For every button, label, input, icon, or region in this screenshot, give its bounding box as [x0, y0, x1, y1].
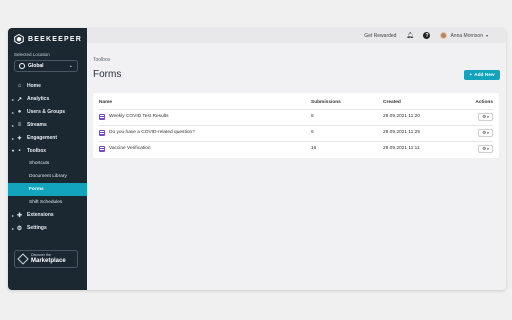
column-header-created[interactable]: Created	[383, 100, 457, 105]
location-value: Global	[28, 63, 44, 69]
add-new-label: Add New	[474, 72, 495, 78]
marketplace-button[interactable]: Discover the Marketplace	[14, 250, 78, 268]
sidebar-item-label: Engagement	[27, 135, 58, 141]
sidebar-item-label: Home	[27, 83, 41, 90]
sidebar-item-label: Streams	[27, 122, 47, 129]
home-icon: ⌂	[17, 83, 22, 90]
actions-cell: ⚙ ▾	[457, 128, 493, 137]
created-cell: 29.09.2021 11:25	[383, 130, 420, 135]
add-new-button[interactable]: + Add New	[464, 70, 500, 80]
form-name-cell: Do you have a COVID-related question?	[99, 129, 311, 136]
sidebar-item-engagement[interactable]: ▸ ✦ Engagement	[8, 132, 87, 145]
created-cell: 29.09.2021 11:20	[383, 114, 420, 119]
gear-icon: ⚙	[482, 113, 487, 119]
marketplace-title: Marketplace	[31, 257, 66, 264]
breadcrumb[interactable]: Toolbox	[93, 57, 110, 63]
form-name[interactable]: Weekly COVID Test Results	[109, 114, 169, 119]
table-row[interactable]: Do you have a COVID-related question? 6 …	[99, 125, 493, 139]
selected-location-label: Selected Location	[14, 52, 50, 57]
user-name: Anna Morrison	[450, 32, 483, 39]
actions-cell: ⚙ ▾	[457, 112, 493, 121]
marketplace-icon	[17, 253, 29, 265]
submissions-cell: 16	[311, 146, 317, 151]
sidebar-item-label: Analytics	[27, 96, 50, 103]
sidebar-item-label: Extensions	[27, 212, 54, 219]
sidebar-subitem-shortcuts[interactable]: Shortcuts	[8, 157, 87, 170]
actions-cell: ⚙ ▾	[457, 144, 493, 153]
sidebar-subitem-document-library[interactable]: Document Library	[8, 170, 87, 183]
column-header-submissions[interactable]: Submissions	[311, 100, 383, 105]
sidebar-subitem-forms[interactable]: Forms	[8, 183, 87, 197]
sidebar-nav: ⌂ Home ▸ ↗ Analytics ▸ ● Users & Groups …	[8, 80, 87, 235]
marketplace-text: Discover the Marketplace	[31, 254, 66, 264]
sidebar-subitem-shift-schedules[interactable]: Shift Schedules	[8, 196, 87, 209]
top-bar: Get Rewarded 🔔︎ ? Anna Morrison ▾	[87, 28, 506, 43]
sidebar-item-label: Toolbox	[27, 147, 47, 154]
toolbox-icon: ▪	[18, 147, 21, 154]
chevron-down-icon: ▾	[487, 114, 489, 119]
user-menu[interactable]: Anna Morrison ▾	[440, 32, 488, 39]
settings-icon: ⚙	[16, 225, 23, 232]
column-header-actions: Actions	[475, 99, 493, 105]
form-name[interactable]: Vaccine Verification	[109, 146, 151, 151]
submissions-cell: 6	[311, 130, 314, 135]
sidebar: BEEKEEPER Selected Location Global ⌄ ⌂ H…	[8, 28, 87, 290]
globe-icon	[19, 63, 25, 69]
main-content: Toolbox Forms + Add New Name Submissions…	[87, 43, 506, 290]
extensions-icon: ✚	[16, 212, 23, 219]
form-icon	[99, 113, 105, 120]
plus-icon: +	[469, 72, 473, 78]
avatar	[440, 32, 448, 39]
sidebar-item-settings[interactable]: ▸ ⚙ Settings	[8, 222, 87, 235]
table-row[interactable]: Weekly COVID Test Results 8 29.09.2021 1…	[99, 109, 493, 123]
gear-icon: ⚙	[482, 129, 487, 135]
bell-icon[interactable]: 🔔︎	[406, 32, 414, 39]
table-row[interactable]: Vaccine Verification 16 29.09.2021 11:11…	[99, 141, 493, 155]
get-rewarded-link[interactable]: Get Rewarded	[364, 33, 396, 39]
sidebar-item-extensions[interactable]: ▸ ✚ Extensions	[8, 209, 87, 222]
sidebar-item-home[interactable]: ⌂ Home	[8, 80, 87, 93]
help-icon[interactable]: ?	[423, 32, 431, 39]
sidebar-item-analytics[interactable]: ▸ ↗ Analytics	[8, 93, 87, 106]
row-actions-button[interactable]: ⚙ ▾	[478, 128, 493, 137]
sidebar-item-toolbox[interactable]: ▾ ▪ Toolbox	[8, 144, 87, 157]
beekeeper-logo-icon	[14, 34, 24, 44]
logo[interactable]: BEEKEEPER	[14, 34, 82, 44]
chevron-down-icon: ⌄	[68, 63, 73, 69]
sidebar-item-label: Users & Groups	[27, 109, 66, 116]
sidebar-item-streams[interactable]: ▸ ≡ Streams	[8, 119, 87, 132]
engagement-icon: ✦	[16, 135, 23, 142]
sidebar-item-users-groups[interactable]: ▸ ● Users & Groups	[8, 106, 87, 119]
row-actions-button[interactable]: ⚙ ▾	[478, 144, 493, 153]
chevron-down-icon: ▾	[487, 146, 489, 151]
column-header-name[interactable]: Name	[99, 100, 311, 105]
page-title: Forms	[93, 69, 122, 80]
table-header: Name Submissions Created Actions	[99, 95, 493, 109]
brand-name: BEEKEEPER	[28, 35, 82, 43]
form-name-cell: Vaccine Verification	[99, 145, 311, 152]
streams-icon: ≡	[17, 122, 22, 129]
chevron-down-icon: ▾	[487, 130, 489, 135]
users-icon: ●	[17, 109, 22, 116]
form-name-cell: Weekly COVID Test Results	[99, 113, 311, 120]
row-actions-button[interactable]: ⚙ ▾	[478, 112, 493, 121]
forms-table: Name Submissions Created Actions Weekly …	[93, 93, 499, 158]
gear-icon: ⚙	[482, 145, 487, 151]
analytics-icon: ↗	[16, 96, 23, 103]
form-icon	[99, 129, 105, 136]
form-icon	[99, 145, 105, 152]
location-select[interactable]: Global ⌄	[14, 60, 78, 72]
app-window: BEEKEEPER Selected Location Global ⌄ ⌂ H…	[8, 28, 506, 290]
chevron-down-icon: ▾	[485, 33, 488, 38]
created-cell: 29.09.2021 11:11	[383, 146, 420, 151]
sidebar-item-label: Settings	[27, 225, 47, 232]
submissions-cell: 8	[311, 114, 314, 119]
form-name[interactable]: Do you have a COVID-related question?	[109, 130, 195, 135]
